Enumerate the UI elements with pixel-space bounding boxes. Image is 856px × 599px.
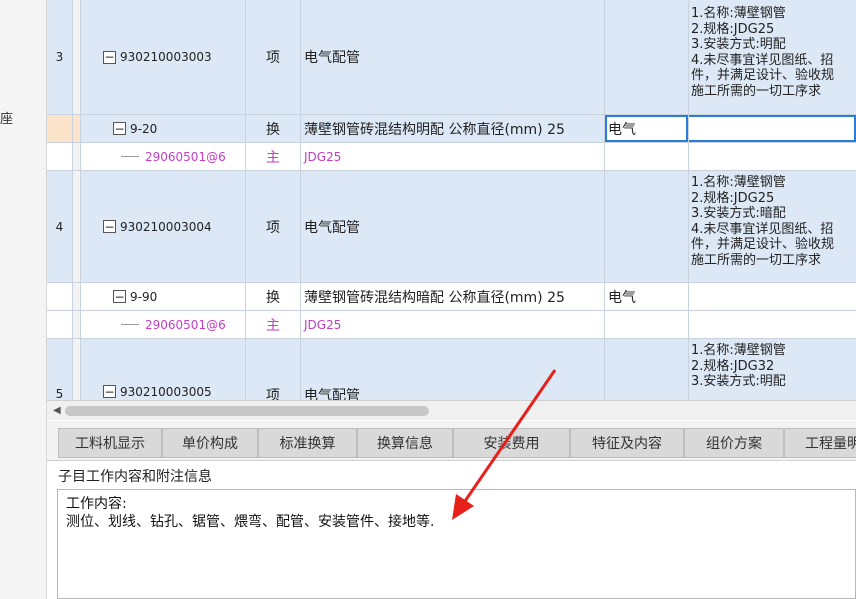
item-code: 930210003004: [120, 219, 212, 234]
collapse-icon[interactable]: −: [103, 385, 116, 398]
horizontal-scrollbar[interactable]: ◀: [47, 400, 856, 420]
row-number: 3: [47, 0, 73, 114]
item-description[interactable]: 1.名称:薄壁钢管 2.规格:JDG32 3.安装方式:明配: [689, 339, 856, 400]
row-number: 4: [47, 171, 73, 282]
material-name[interactable]: JDG25: [301, 143, 605, 170]
collapse-icon[interactable]: −: [113, 122, 126, 135]
tab-pricing-plan[interactable]: 组价方案: [684, 428, 784, 458]
collapse-icon[interactable]: −: [103, 220, 116, 233]
sub-name[interactable]: 薄壁钢管砖混结构明配 公称直径(mm) 25: [301, 115, 605, 142]
table-row[interactable]: −9-90 换 薄壁钢管砖混结构暗配 公称直径(mm) 25 电气: [47, 283, 856, 311]
sub-spec[interactable]: 电气: [605, 115, 689, 142]
tab-conversion-info[interactable]: 换算信息: [357, 428, 453, 458]
info-panel-title: 子目工作内容和附注信息: [58, 469, 212, 485]
item-description[interactable]: 1.名称:薄壁钢管 2.规格:JDG25 3.安装方式:明配 4.未尽事宜详见图…: [689, 0, 856, 114]
item-name[interactable]: 电气配管: [301, 339, 605, 400]
item-code-cell[interactable]: −930210003003: [81, 0, 246, 114]
item-name[interactable]: 电气配管: [301, 171, 605, 282]
tab-quantity[interactable]: 工程量明: [784, 428, 856, 458]
sidebar-fragment: 座: [0, 112, 14, 127]
sub-code-cell[interactable]: −9-90: [81, 283, 246, 310]
item-code: 930210003005: [120, 385, 212, 399]
scroll-left-icon[interactable]: ◀: [53, 405, 61, 416]
item-code-cell[interactable]: −930210003004: [81, 171, 246, 282]
sub-code: 9-90: [130, 289, 158, 304]
collapse-icon[interactable]: −: [113, 290, 126, 303]
sub-type: 换: [246, 115, 301, 142]
tab-labor-material[interactable]: 工料机显示: [58, 428, 162, 458]
material-code-cell[interactable]: 29060501@6: [81, 311, 246, 338]
row-number: 5: [47, 339, 73, 400]
tab-standard-conversion[interactable]: 标准换算: [258, 428, 357, 458]
left-sidebar: 座: [0, 0, 47, 599]
sub-name[interactable]: 薄壁钢管砖混结构暗配 公称直径(mm) 25: [301, 283, 605, 310]
tab-unit-price[interactable]: 单价构成: [162, 428, 258, 458]
bill-grid: 3 −930210003003 项 电气配管 1.名称:薄壁钢管 2.规格:JD…: [47, 0, 856, 400]
detail-tabbar: 工料机显示 单价构成 标准换算 换算信息 安装费用 特征及内容 组价方案 工程量…: [47, 421, 856, 461]
material-type: 主: [246, 311, 301, 338]
item-spec[interactable]: [605, 171, 689, 282]
item-type: 项: [246, 171, 301, 282]
material-code: 29060501@6: [145, 149, 226, 164]
collapse-icon[interactable]: −: [103, 50, 116, 64]
item-type: 项: [246, 0, 301, 114]
sub-code: 9-20: [130, 121, 158, 136]
table-row[interactable]: 29060501@6 主 JDG25: [47, 143, 856, 171]
item-code: 930210003003: [120, 50, 212, 64]
table-row[interactable]: 3 −930210003003 项 电气配管 1.名称:薄壁钢管 2.规格:JD…: [47, 0, 856, 115]
table-row[interactable]: 29060501@6 主 JDG25: [47, 311, 856, 339]
scrollbar-thumb[interactable]: [65, 406, 429, 416]
material-code-cell[interactable]: 29060501@6: [81, 143, 246, 170]
table-row[interactable]: 5 −930210003005 项 电气配管 1.名称:薄壁钢管 2.规格:JD…: [47, 339, 856, 400]
item-type: 项: [246, 339, 301, 400]
item-description[interactable]: 1.名称:薄壁钢管 2.规格:JDG25 3.安装方式:暗配 4.未尽事宜详见图…: [689, 171, 856, 282]
material-type: 主: [246, 143, 301, 170]
info-content[interactable]: 工作内容: 测位、划线、钻孔、锯管、煨弯、配管、安装管件、接地等.: [66, 495, 434, 531]
sub-type: 换: [246, 283, 301, 310]
sub-code-cell[interactable]: −9-20: [81, 115, 246, 142]
tab-install-fee[interactable]: 安装费用: [453, 428, 570, 458]
material-name[interactable]: JDG25: [301, 311, 605, 338]
table-row-selected[interactable]: −9-20 换 薄壁钢管砖混结构明配 公称直径(mm) 25 电气: [47, 115, 856, 143]
item-spec[interactable]: [605, 0, 689, 114]
tab-features[interactable]: 特征及内容: [570, 428, 684, 458]
material-code: 29060501@6: [145, 317, 226, 332]
table-row[interactable]: 4 −930210003004 项 电气配管 1.名称:薄壁钢管 2.规格:JD…: [47, 171, 856, 283]
sub-spec[interactable]: 电气: [605, 283, 689, 310]
item-code-cell[interactable]: −930210003005: [81, 339, 246, 400]
item-name[interactable]: 电气配管: [301, 0, 605, 114]
